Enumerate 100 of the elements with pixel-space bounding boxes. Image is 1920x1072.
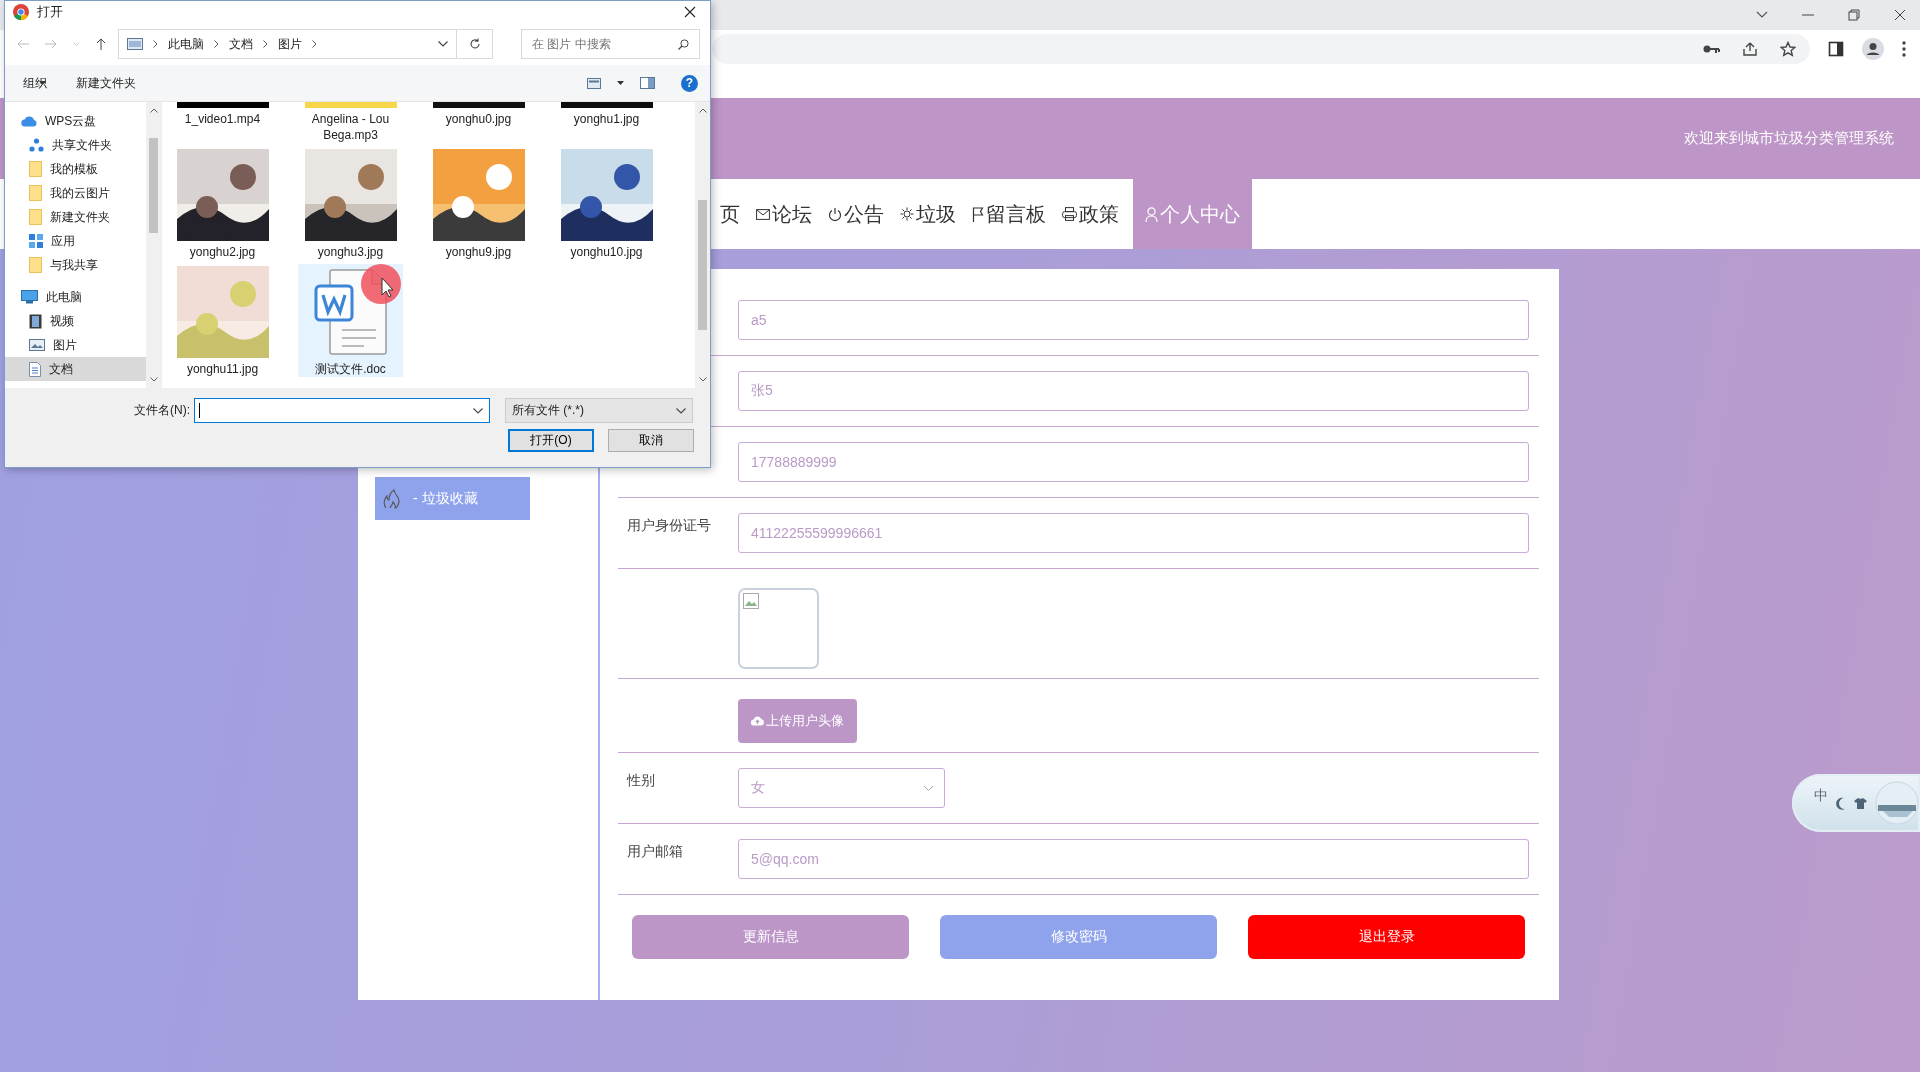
flag-icon [972,206,984,222]
welcome-text: 欢迎来到城市垃圾分类管理系统 [1684,129,1894,148]
profile-icon[interactable] [1862,38,1884,60]
flame-icon [383,488,401,509]
file-item[interactable]: yonghu3.jpg [298,147,403,260]
file-item[interactable]: Angelina - Lou Bega.mp3 [298,102,403,143]
tree-item[interactable]: 我的模板 [5,157,146,181]
user-icon [1145,206,1158,222]
folder-icon [29,161,42,177]
close-icon[interactable] [684,6,696,18]
dialog-title: 打开 [37,3,63,21]
gear-icon [900,207,914,221]
up-arrow-icon[interactable] [96,38,106,50]
chevron-down-icon [676,407,686,414]
tree-item[interactable]: 我的云图片 [5,181,146,205]
folder-icon [29,209,42,225]
ime-toggle[interactable]: 中 [1792,774,1920,832]
path-bar[interactable]: 此电脑 文档 图片 [118,29,457,59]
breadcrumb-item[interactable]: 图片 [278,35,302,53]
file-type-select[interactable]: 所有文件 (*.*) [505,398,693,423]
caret-icon[interactable] [617,81,624,85]
scrollbar[interactable] [695,102,710,388]
file-item[interactable]: yonghu9.jpg [426,147,531,260]
file-item[interactable]: yonghu1.jpg [554,102,659,143]
scroll-down-icon[interactable] [149,377,158,382]
tree-item[interactable]: 共享文件夹 [5,133,146,157]
key-icon[interactable] [1702,44,1720,54]
cloud-icon [21,115,37,127]
file-item[interactable]: yonghu0.jpg [426,102,531,143]
monitor-icon [127,38,143,50]
file-item[interactable]: 1_video1.mp4 [170,102,275,143]
cloud-upload-icon [751,716,764,726]
scroll-thumb[interactable] [698,200,707,330]
chevron-down-icon [923,784,934,792]
restore-icon[interactable] [1848,9,1860,21]
menu-icon[interactable] [1902,41,1906,57]
chevron-right-icon [312,40,317,48]
tree-item[interactable]: 新建文件夹 [5,205,146,229]
cancel-button[interactable]: 取消 [608,429,694,452]
tree-item[interactable]: 文档 [5,357,146,381]
breadcrumb-item[interactable]: 此电脑 [168,35,204,53]
refresh-button[interactable] [457,29,493,59]
scroll-up-icon[interactable] [149,108,158,113]
nav-link[interactable]: 留言板 [964,179,1054,249]
help-button[interactable]: ? [681,74,698,92]
share-nodes-icon [29,138,44,152]
tree-item[interactable]: 图片 [5,333,146,357]
filename-label: 文件名(N): [134,402,190,419]
preview-pane-icon[interactable] [640,77,655,89]
tree-item[interactable]: 视频 [5,309,146,333]
nav-link[interactable]: 公告 [820,179,892,249]
nav-link[interactable]: 政策 [1054,179,1127,249]
file-item[interactable]: yonghu11.jpg [170,264,275,377]
moon-icon [1836,796,1846,810]
breadcrumb-item[interactable]: 文档 [229,35,253,53]
scrollbar[interactable] [146,102,161,388]
nav-link[interactable]: 垃圾 [892,179,964,249]
scroll-down-icon[interactable] [698,377,707,382]
open-button[interactable]: 打开(O) [508,429,594,452]
scroll-thumb[interactable] [149,137,158,233]
chevron-down-icon[interactable] [438,41,448,47]
caret-icon [39,81,46,85]
share-icon[interactable] [1742,41,1758,57]
cursor-icon [360,264,401,304]
file-item[interactable]: 测试文件.doc [298,264,403,377]
organize-menu[interactable]: 组织 [23,74,46,92]
file-item[interactable]: yonghu2.jpg [170,147,275,260]
search-icon [678,38,689,50]
folder-icon [29,257,42,273]
new-folder-button[interactable]: 新建文件夹 [76,74,136,92]
nav-link[interactable]: 页 [712,179,748,249]
field-label: 用户身份证号 [627,517,711,533]
film-icon [29,313,42,329]
chevron-right-icon [263,40,268,48]
chevron-down-icon [473,407,483,414]
star-icon[interactable] [1780,41,1796,57]
field-label: 用户邮箱 [627,843,683,859]
file-item[interactable]: yonghu10.jpg [554,147,659,260]
scroll-up-icon[interactable] [698,108,707,113]
printer-icon [1062,207,1077,221]
tree-item[interactable]: 与我共享 [5,253,146,277]
tree-item[interactable]: 此电脑 [5,285,146,309]
close-icon[interactable] [1894,9,1906,21]
power-icon [828,206,842,222]
sidebar-icon[interactable] [1828,41,1844,57]
document-icon [29,361,41,377]
view-icon[interactable] [587,77,601,89]
tree-item[interactable]: 应用 [5,229,146,253]
browser-icon [13,4,29,20]
chevron-right-icon [153,40,158,48]
tree-item[interactable]: WPS云盘 [5,109,146,133]
folder-icon [29,185,42,201]
shirt-icon [1854,797,1867,809]
action-button[interactable]: 退出登录 [1248,915,1525,959]
nav-link[interactable]: 论坛 [748,179,820,249]
filename-field[interactable] [194,398,490,423]
image-icon [29,339,45,351]
chevron-down-icon[interactable] [1756,11,1768,19]
search-field[interactable]: 在 图片 中搜索 [521,29,700,59]
computer-icon [21,290,38,304]
